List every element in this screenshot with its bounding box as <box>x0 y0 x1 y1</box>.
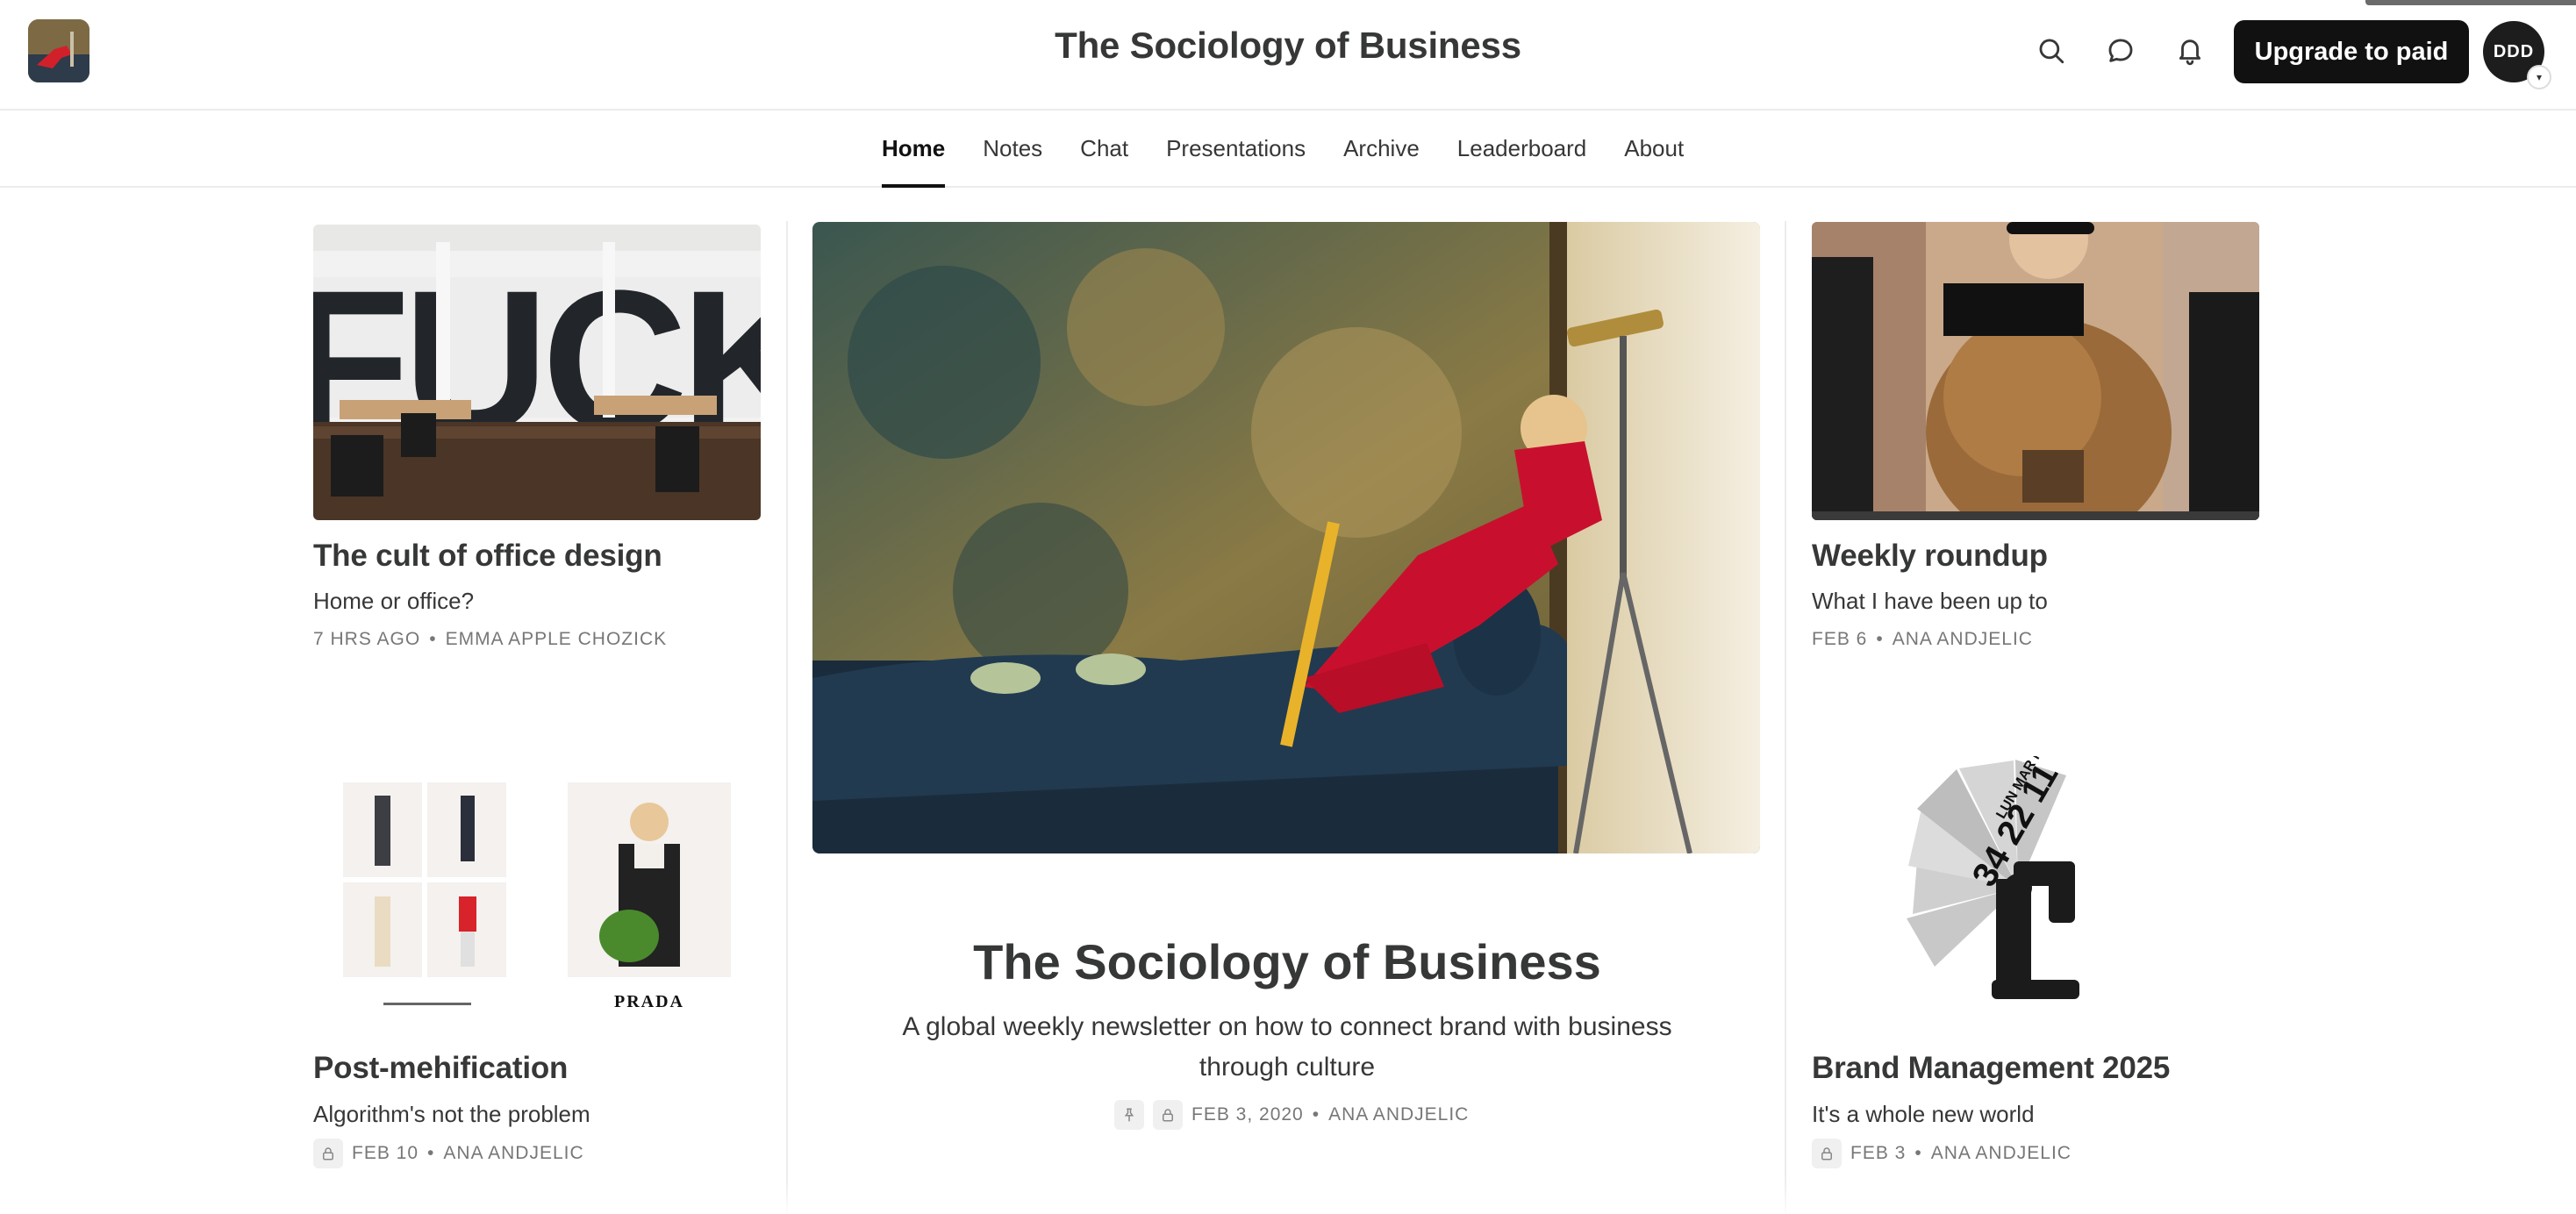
lock-icon <box>1812 1139 1842 1168</box>
brand-post-title[interactable]: Brand Management 2025 <box>1812 1051 2170 1086</box>
meta-separator: • <box>1312 1104 1320 1125</box>
chat-bubble-icon[interactable] <box>2100 30 2142 72</box>
nav-tabs: Home Notes Chat Presentations Archive Le… <box>882 111 1684 188</box>
brand-post-image[interactable]: 34 22 11 LUN MAR MER <box>1812 756 2259 1019</box>
tab-presentations[interactable]: Presentations <box>1166 111 1306 186</box>
bell-icon[interactable] <box>2169 30 2211 72</box>
meh-post-title[interactable]: Post-mehification <box>313 1051 568 1086</box>
meta-separator: • <box>1876 629 1884 649</box>
pin-icon <box>1114 1100 1144 1130</box>
brand-post-meta: FEB 3 • ANA ANDJELIC <box>1812 1139 2072 1168</box>
tab-chat[interactable]: Chat <box>1080 111 1128 186</box>
brand-post-subtitle[interactable]: It's a whole new world <box>1812 1101 2035 1128</box>
hero-subtitle[interactable]: A global weekly newsletter on how to con… <box>869 1007 1706 1088</box>
meh-post-subtitle[interactable]: Algorithm's not the problem <box>313 1101 590 1128</box>
tab-notes[interactable]: Notes <box>983 111 1042 186</box>
meh-post-image[interactable]: PRADA <box>313 756 761 1019</box>
post-date: FEB 6 <box>1812 629 1868 649</box>
upgrade-to-paid-button[interactable]: Upgrade to paid <box>2234 20 2469 83</box>
top-edge-strip <box>2365 0 2576 5</box>
weekly-post-meta: FEB 6 • ANA ANDJELIC <box>1812 629 2033 650</box>
lock-icon <box>1153 1100 1183 1130</box>
post-date: FEB 3, 2020 <box>1191 1104 1304 1125</box>
tab-home[interactable]: Home <box>882 111 946 188</box>
post-date: 7 HRS AGO <box>313 629 421 649</box>
column-divider <box>786 221 788 1214</box>
tab-about[interactable]: About <box>1624 111 1684 186</box>
column-divider <box>1785 221 1786 1214</box>
post-author[interactable]: ANA ANDJELIC <box>1328 1104 1469 1125</box>
office-post-meta: 7 HRS AGO • EMMA APPLE CHOZICK <box>313 629 667 650</box>
section-nav: Home Notes Chat Presentations Archive Le… <box>0 111 2576 188</box>
post-date: FEB 10 <box>352 1143 419 1163</box>
prada-caption: PRADA <box>614 992 684 1011</box>
hero-title[interactable]: The Sociology of Business <box>814 933 1760 990</box>
search-icon[interactable] <box>2030 30 2072 72</box>
office-post-subtitle[interactable]: Home or office? <box>313 588 474 615</box>
meh-post-meta: FEB 10 • ANA ANDJELIC <box>313 1139 584 1168</box>
hero-post-image[interactable] <box>812 222 1760 853</box>
post-date: FEB 3 <box>1850 1143 1907 1163</box>
meta-separator: • <box>427 1143 435 1163</box>
weekly-post-title[interactable]: Weekly roundup <box>1812 539 2048 574</box>
chevron-down-icon[interactable]: ▾ <box>2527 65 2551 89</box>
avatar-text: DDD <box>2493 41 2535 61</box>
post-author[interactable]: ANA ANDJELIC <box>1893 629 2033 650</box>
meta-separator: • <box>429 629 437 649</box>
tab-leaderboard[interactable]: Leaderboard <box>1457 111 1586 186</box>
post-author[interactable]: EMMA APPLE CHOZICK <box>446 629 668 650</box>
tab-archive[interactable]: Archive <box>1343 111 1420 186</box>
post-author[interactable]: ANA ANDJELIC <box>1931 1143 2072 1164</box>
bottom-fade <box>0 1179 2576 1214</box>
weekly-post-subtitle[interactable]: What I have been up to <box>1812 588 2048 615</box>
office-post-image[interactable]: FUCK <box>313 225 761 520</box>
lock-icon <box>313 1139 343 1168</box>
meta-separator: • <box>1914 1143 1922 1163</box>
office-post-title[interactable]: The cult of office design <box>313 539 662 574</box>
top-bar: The Sociology of Business Upgrade to pai… <box>0 0 2576 111</box>
post-author[interactable]: ANA ANDJELIC <box>443 1143 583 1164</box>
hero-meta: FEB 3, 2020 • ANA ANDJELIC <box>1114 1100 1469 1130</box>
weekly-post-image[interactable] <box>1812 222 2259 520</box>
